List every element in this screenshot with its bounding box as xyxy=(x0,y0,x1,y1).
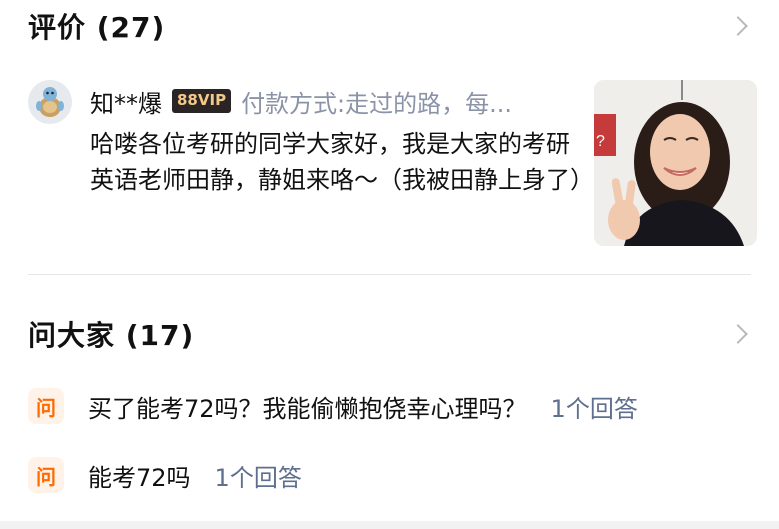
chevron-right-icon[interactable] xyxy=(728,324,748,344)
review-user-name: 知**爆 xyxy=(90,89,162,118)
question-badge: 问 xyxy=(28,388,64,424)
qa-question: 买了能考72吗？我能偷懒抱侥幸心理吗？ xyxy=(88,394,527,423)
review-purchase-info: 付款方式:走过的路，每... xyxy=(241,89,513,118)
section-divider xyxy=(28,274,751,275)
bottom-separator xyxy=(0,521,779,529)
qa-question: 能考72吗 xyxy=(88,463,191,492)
qa-item[interactable]: 问 买了能考72吗？我能偷懒抱侥幸心理吗？ 1个回答 xyxy=(28,386,638,426)
question-badge: 问 xyxy=(28,457,64,493)
review-text: 哈喽各位考研的同学大家好，我是大家的考研英语老师田静，静姐来咯～（我被田静上身了… xyxy=(90,130,594,194)
reviews-header[interactable]: 评价 (27) xyxy=(28,6,751,46)
reviews-title: 评价 (27) xyxy=(28,11,166,44)
review-meta: 知**爆 88VIP 付款方式:走过的路，每... xyxy=(90,84,512,118)
qa-header[interactable]: 问大家 (17) xyxy=(28,314,751,354)
vip-badge: 88VIP xyxy=(172,89,232,113)
qa-title: 问大家 (17) xyxy=(28,319,195,352)
qa-answer-count[interactable]: 1个回答 xyxy=(551,389,638,424)
chevron-right-icon[interactable] xyxy=(728,16,748,36)
review-photo[interactable]: ? xyxy=(594,80,757,246)
qa-item[interactable]: 问 能考72吗 1个回答 xyxy=(28,455,302,495)
svg-text:?: ? xyxy=(596,133,605,150)
review-item[interactable]: 知**爆 88VIP 付款方式:走过的路，每... 哈喽各位考研的同学大家好，我… xyxy=(28,80,758,250)
avatar[interactable] xyxy=(28,80,72,124)
qa-answer-count[interactable]: 1个回答 xyxy=(215,458,302,493)
